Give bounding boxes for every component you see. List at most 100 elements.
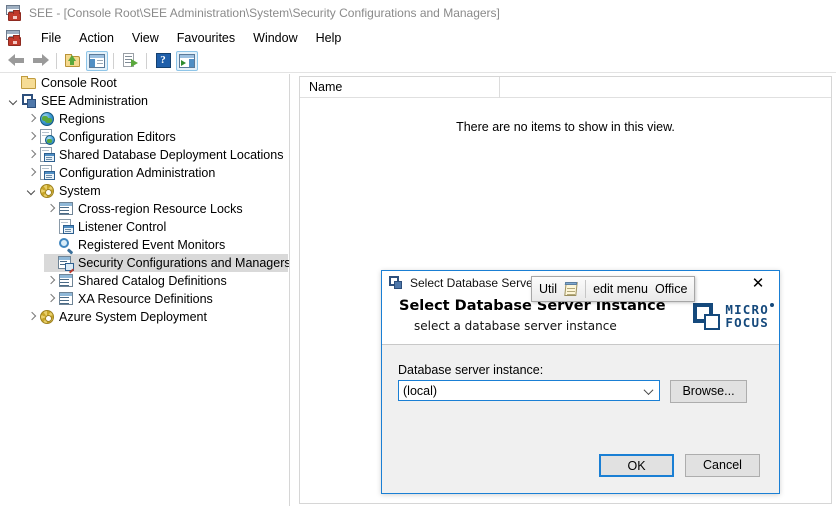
expander-icon[interactable] bbox=[7, 75, 21, 91]
globe-icon bbox=[39, 111, 55, 127]
notepad-icon[interactable] bbox=[564, 282, 578, 297]
list-icon bbox=[58, 201, 74, 217]
floating-utility-toolbar[interactable]: Util edit menu Office bbox=[531, 276, 695, 302]
mmc-console-window: SEE - [Console Root\SEE Administration\S… bbox=[0, 0, 836, 506]
gear-icon bbox=[39, 309, 55, 325]
forward-button[interactable] bbox=[29, 51, 51, 71]
tree-item-label: Shared Catalog Definitions bbox=[78, 274, 227, 288]
tree-item-shared-catalog-definitions[interactable]: Shared Catalog Definitions bbox=[0, 272, 289, 290]
forward-arrow-icon bbox=[32, 54, 49, 67]
console-tree-pane[interactable]: Console Root SEE Administration Regions bbox=[0, 74, 290, 506]
tree-item-registered-event-monitors[interactable]: Registered Event Monitors bbox=[0, 236, 289, 254]
expander-icon[interactable] bbox=[44, 219, 58, 235]
tree-item-cross-region-resource-locks[interactable]: Cross-region Resource Locks bbox=[0, 200, 289, 218]
logo-line-two: FOCUS bbox=[725, 317, 769, 330]
tree-item-label: Registered Event Monitors bbox=[78, 238, 225, 252]
export-list-button[interactable] bbox=[119, 51, 141, 71]
show-hide-action-pane-button[interactable] bbox=[176, 51, 198, 71]
expander-icon[interactable] bbox=[25, 165, 39, 181]
menu-window[interactable]: Window bbox=[244, 29, 306, 47]
expander-icon[interactable] bbox=[44, 291, 58, 307]
tree-item-label: Listener Control bbox=[78, 220, 166, 234]
column-header-name[interactable]: Name bbox=[300, 77, 500, 98]
dialog-subheading: select a database server instance bbox=[414, 319, 617, 333]
console-tree-pane-icon bbox=[89, 54, 105, 68]
menu-favourites[interactable]: Favourites bbox=[168, 29, 244, 47]
database-server-instance-combo[interactable]: (local) bbox=[398, 380, 660, 401]
edit-menu-label[interactable]: edit menu bbox=[593, 282, 648, 296]
tree-item-see-administration[interactable]: SEE Administration bbox=[0, 92, 289, 110]
tree-item-label: Configuration Administration bbox=[59, 166, 215, 180]
help-button[interactable]: ? bbox=[152, 51, 174, 71]
tree-item-configuration-editors[interactable]: Configuration Editors bbox=[0, 128, 289, 146]
menu-view[interactable]: View bbox=[123, 29, 168, 47]
tree-item-label: Shared Database Deployment Locations bbox=[59, 148, 283, 162]
mmc-console-icon bbox=[6, 5, 22, 21]
toolbar-separator bbox=[56, 53, 57, 69]
security-config-icon bbox=[58, 255, 74, 271]
expander-icon[interactable] bbox=[7, 93, 21, 109]
question-mark-icon: ? bbox=[156, 53, 171, 68]
expander-icon[interactable] bbox=[44, 201, 58, 217]
tree-item-console-root[interactable]: Console Root bbox=[0, 74, 289, 92]
tree-item-listener-control[interactable]: Listener Control bbox=[0, 218, 289, 236]
toolbar: ? bbox=[0, 49, 836, 73]
expander-icon[interactable] bbox=[25, 183, 39, 199]
micro-focus-logo: MICRO FOCUS bbox=[693, 303, 769, 330]
expander-icon[interactable] bbox=[44, 273, 58, 289]
close-icon[interactable]: ✕ bbox=[737, 271, 779, 295]
tree-item-label: XA Resource Definitions bbox=[78, 292, 213, 306]
expander-icon[interactable] bbox=[25, 309, 39, 325]
menu-help[interactable]: Help bbox=[307, 29, 351, 47]
expander-icon[interactable] bbox=[25, 147, 39, 163]
expander-icon[interactable] bbox=[44, 237, 58, 253]
up-one-level-button[interactable] bbox=[62, 51, 84, 71]
page-server-icon bbox=[58, 219, 74, 235]
tree-item-system[interactable]: System bbox=[0, 182, 289, 200]
tree-item-azure-system-deployment[interactable]: Azure System Deployment bbox=[0, 308, 289, 326]
action-pane-icon bbox=[179, 54, 195, 68]
util-label[interactable]: Util bbox=[539, 282, 557, 296]
tree-item-label: SEE Administration bbox=[41, 94, 148, 108]
gear-icon bbox=[39, 183, 55, 199]
window-titlebar: SEE - [Console Root\SEE Administration\S… bbox=[0, 0, 836, 26]
menu-file[interactable]: File bbox=[32, 29, 70, 47]
expander-icon[interactable] bbox=[25, 129, 39, 145]
browse-button[interactable]: Browse... bbox=[670, 380, 747, 403]
folder-icon bbox=[21, 75, 37, 91]
page-server-icon bbox=[39, 165, 55, 181]
list-column-header-row: Name bbox=[300, 77, 831, 98]
select-database-server-dialog: Select Database Server ✕ Select Database… bbox=[381, 270, 780, 494]
list-icon bbox=[58, 291, 74, 307]
tree-item-label: Console Root bbox=[41, 76, 117, 90]
tree-item-shared-database-deployment-locations[interactable]: Shared Database Deployment Locations bbox=[0, 146, 289, 164]
tree-item-configuration-administration[interactable]: Configuration Administration bbox=[0, 164, 289, 182]
folder-up-icon bbox=[65, 54, 81, 68]
tree-item-regions[interactable]: Regions bbox=[0, 110, 289, 128]
dialog-body: Database server instance: (local) Browse… bbox=[382, 345, 779, 403]
document-export-icon bbox=[123, 53, 138, 68]
micro-focus-mark-icon bbox=[693, 303, 720, 330]
back-button[interactable] bbox=[5, 51, 27, 71]
expander-icon[interactable] bbox=[25, 111, 39, 127]
cancel-button[interactable]: Cancel bbox=[685, 454, 760, 477]
tree-item-security-configurations-and-managers[interactable]: Security Configurations and Managers bbox=[0, 254, 289, 272]
chevron-down-icon[interactable] bbox=[644, 385, 654, 395]
dialog-footer: OK Cancel bbox=[382, 454, 779, 477]
floatbar-separator bbox=[585, 280, 586, 298]
office-label[interactable]: Office bbox=[655, 282, 687, 296]
search-icon bbox=[58, 237, 74, 253]
list-icon bbox=[58, 273, 74, 289]
empty-view-message: There are no items to show in this view. bbox=[300, 120, 831, 134]
expander-icon[interactable] bbox=[44, 255, 58, 271]
toolbar-separator bbox=[146, 53, 147, 69]
mmc-system-menu-icon[interactable] bbox=[6, 30, 22, 46]
page-globe-icon bbox=[39, 129, 55, 145]
ok-button[interactable]: OK bbox=[599, 454, 674, 477]
page-server-icon bbox=[39, 147, 55, 163]
logo-line-one: MICRO bbox=[725, 304, 769, 317]
tree-item-xa-resource-definitions[interactable]: XA Resource Definitions bbox=[0, 290, 289, 308]
menu-action[interactable]: Action bbox=[70, 29, 123, 47]
show-hide-console-tree-button[interactable] bbox=[86, 51, 108, 71]
back-arrow-icon bbox=[8, 54, 25, 67]
